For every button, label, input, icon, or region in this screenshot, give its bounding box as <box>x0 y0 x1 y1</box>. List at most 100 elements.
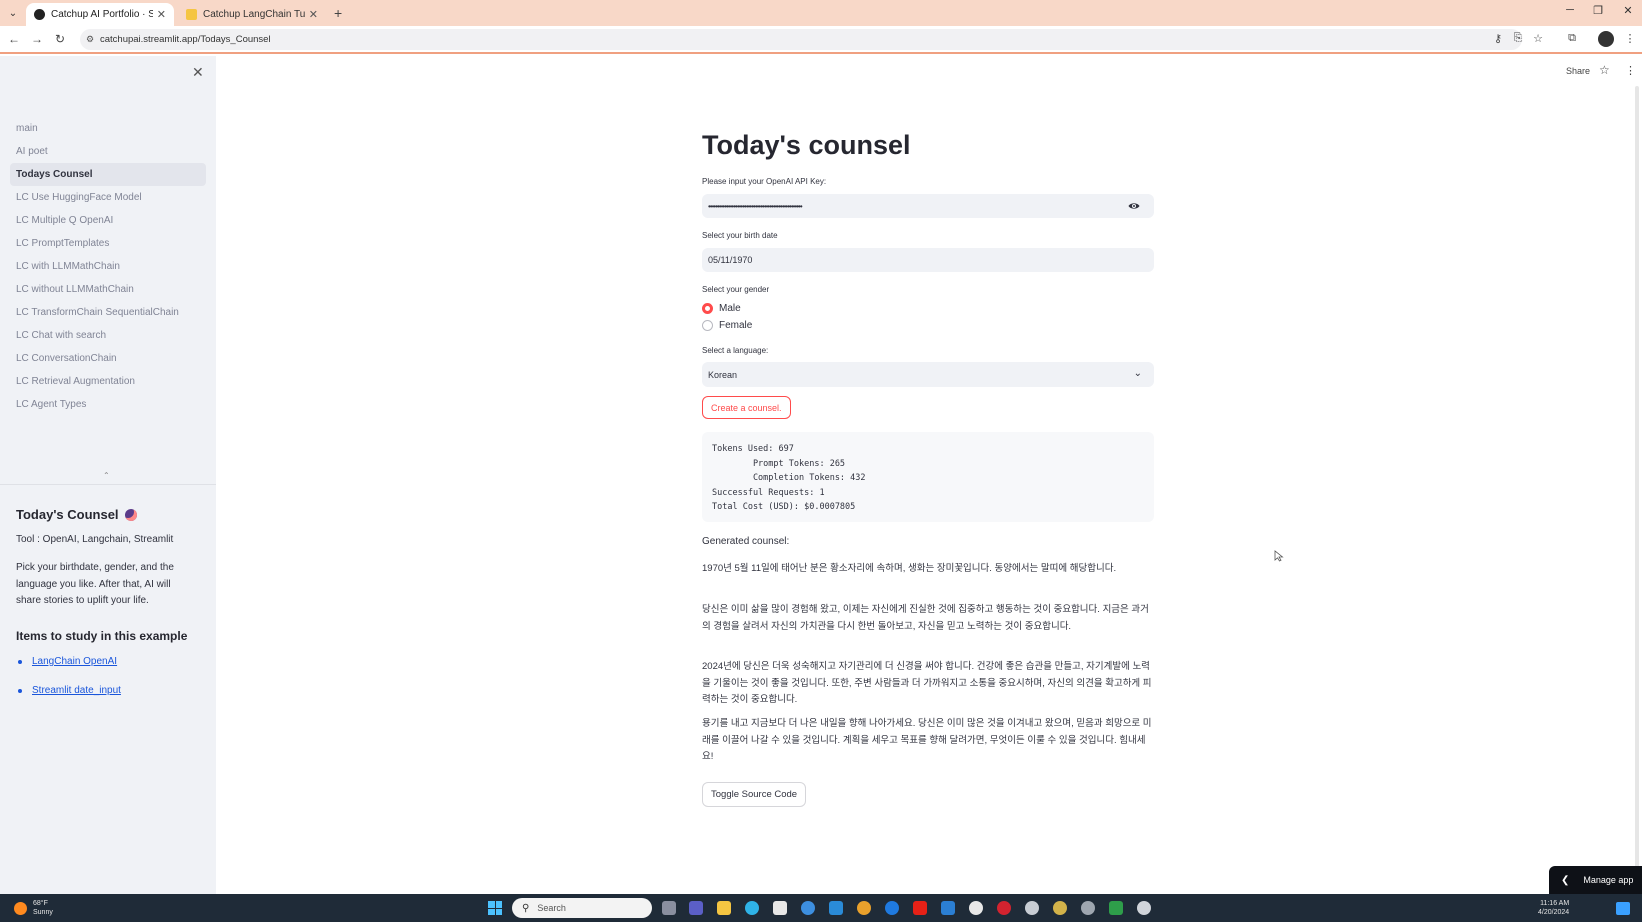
file-explorer-icon[interactable] <box>717 901 731 915</box>
forward-arrow-icon[interactable]: → <box>29 32 45 46</box>
settings-gear-icon[interactable] <box>1081 901 1095 915</box>
language-value: Korean <box>708 369 738 380</box>
streamlit-favicon-icon <box>34 9 45 20</box>
create-counsel-button[interactable]: Create a counsel. <box>702 396 791 419</box>
mouse-cursor-icon <box>1274 550 1284 562</box>
sidebar-item-lc-use-huggingface-model[interactable]: LC Use HuggingFace Model <box>10 186 206 209</box>
profile-avatar[interactable] <box>1598 31 1614 47</box>
task-view-icon[interactable] <box>662 901 676 915</box>
chrome-icon[interactable] <box>857 901 871 915</box>
study-link-text[interactable]: Streamlit date_input <box>32 685 121 696</box>
back-arrow-icon[interactable]: ← <box>6 32 22 46</box>
url-input[interactable]: ⚙ catchupai.streamlit.app/Todays_Counsel <box>80 29 1522 50</box>
notification-app-icon[interactable] <box>1137 901 1151 915</box>
opera-icon[interactable] <box>997 901 1011 915</box>
counsel-paragraph: 1970년 5월 11일에 태어난 분은 황소자리에 속하며, 생화는 장미꽃입… <box>702 563 1117 574</box>
study-link-streamlit-date-input[interactable]: Streamlit date_input <box>18 685 121 696</box>
sidebar-tool-text: Tool : OpenAI, Langchain, Streamlit <box>16 534 174 545</box>
sidebar-item-lc-without-llmmathchain[interactable]: LC without LLMMathChain <box>10 278 206 301</box>
study-link-text[interactable]: LangChain OpenAI <box>32 656 117 667</box>
gender-option-female[interactable]: Female <box>702 320 752 331</box>
teams-icon[interactable] <box>689 901 703 915</box>
close-icon[interactable]: ✕ <box>157 8 166 21</box>
close-icon[interactable]: ✕ <box>309 8 318 21</box>
sidebar-close-icon[interactable]: ✕ <box>192 64 204 81</box>
sidebar-item-lc-retrieval-augmentation[interactable]: LC Retrieval Augmentation <box>10 370 206 393</box>
eye-icon[interactable] <box>1128 200 1140 212</box>
study-link-langchain-openai[interactable]: LangChain OpenAI <box>18 656 117 667</box>
tab-catchup-langchain-tutorial[interactable]: Catchup LangChain Tutorial · S ✕ <box>178 3 326 26</box>
clock-time: 11:16 AM <box>1540 900 1570 907</box>
bookmark-star-icon[interactable]: ☆ <box>1530 32 1546 45</box>
radio-unchecked-icon[interactable] <box>702 320 713 331</box>
toggle-source-code-button[interactable]: Toggle Source Code <box>702 782 807 807</box>
gender-option-male[interactable]: Male <box>702 303 741 314</box>
windows-start-icon[interactable] <box>488 901 502 915</box>
counsel-paragraph: 용기를 내고 지금보다 더 나은 내일을 향해 나아가세요. 당신은 이미 많은… <box>702 718 1152 762</box>
sidebar-item-lc-agent-types[interactable]: LC Agent Types <box>10 393 206 416</box>
app-icon[interactable] <box>801 901 815 915</box>
store-icon[interactable] <box>773 901 787 915</box>
maps-icon[interactable] <box>969 901 983 915</box>
extensions-icon[interactable]: ⧉ <box>1564 32 1580 45</box>
vscode-icon[interactable] <box>941 901 955 915</box>
taskbar-search-input[interactable]: ⚲ Search <box>512 898 652 918</box>
sidebar-item-todays-counsel[interactable]: Todays Counsel <box>10 163 206 186</box>
site-info-icon[interactable]: ⚙ <box>86 34 94 45</box>
share-button[interactable]: Share <box>1566 66 1590 76</box>
star-icon[interactable]: ☆ <box>1599 63 1610 77</box>
edge-icon[interactable] <box>745 901 759 915</box>
sidebar-item-lc-chat-with-search[interactable]: LC Chat with search <box>10 324 206 347</box>
sidebar-item-lc-conversationchain[interactable]: LC ConversationChain <box>10 347 206 370</box>
sidebar-item-lc-prompttemplates[interactable]: LC PromptTemplates <box>10 232 206 255</box>
sidebar-item-lc-transformchain-sequentialchain[interactable]: LC TransformChain SequentialChain <box>10 301 206 324</box>
birth-date-input[interactable]: 05/11/1970 <box>702 248 1154 272</box>
browser-address-bar: ← → ↻ ⚙ catchupai.streamlit.app/Todays_C… <box>0 26 1642 54</box>
scrollbar[interactable] <box>1635 86 1639 894</box>
weather-widget[interactable]: 68°F Sunny <box>14 899 53 917</box>
chrome-profile-icon[interactable] <box>1025 901 1039 915</box>
sidebar-item-ai-poet[interactable]: AI poet <box>10 140 206 163</box>
weather-temp: 68°F <box>33 900 48 907</box>
manage-app-button[interactable]: ❮ Manage app <box>1549 866 1642 894</box>
tab-title: Catchup AI Portfolio · Streamlit <box>51 9 153 20</box>
nav-collapse-chevron-icon[interactable]: ⌃ <box>103 471 110 480</box>
language-select[interactable]: Korean ⌄ <box>702 362 1154 387</box>
crystal-ball-icon <box>124 508 137 521</box>
window-close-icon[interactable]: ✕ <box>1618 4 1638 17</box>
browser-tab-bar: ⌄ Catchup AI Portfolio · Streamlit ✕ Cat… <box>0 0 1642 26</box>
search-icon: ⚲ <box>522 902 530 914</box>
api-key-input[interactable]: ••••••••••••••••••••••••••••••••••••••••… <box>702 194 1154 218</box>
language-label: Select a language: <box>702 346 769 355</box>
chevron-down-icon: ⌄ <box>1133 368 1142 379</box>
sidebar-item-lc-multiple-q-openai[interactable]: LC Multiple Q OpenAI <box>10 209 206 232</box>
system-clock[interactable]: 11:16 AM 4/20/2024 <box>1538 899 1569 917</box>
notification-center-icon[interactable] <box>1616 902 1630 915</box>
spreadsheet-icon[interactable] <box>1109 901 1123 915</box>
radio-checked-icon[interactable] <box>702 303 713 314</box>
tab-search-icon[interactable]: ⌄ <box>4 4 22 22</box>
browser-menu-icon[interactable]: ⋮ <box>1622 32 1638 45</box>
youtube-icon[interactable] <box>913 901 927 915</box>
token-usage-box: Tokens Used: 697 Prompt Tokens: 265 Comp… <box>702 432 1154 522</box>
clock-date: 4/20/2024 <box>1538 909 1570 916</box>
sidebar-item-main[interactable]: main <box>10 117 206 140</box>
facebook-icon[interactable] <box>885 901 899 915</box>
usage-line: Successful Requests: 1 <box>712 487 825 498</box>
url-text: catchupai.streamlit.app/Todays_Counsel <box>100 34 271 45</box>
sidebar-item-lc-with-llmmathchain[interactable]: LC with LLMMathChain <box>10 255 206 278</box>
more-options-icon[interactable]: ⋮ <box>1625 64 1636 77</box>
install-app-icon[interactable]: ⎘ <box>1510 32 1526 45</box>
password-key-icon[interactable]: ⚷ <box>1490 32 1506 45</box>
minimize-icon[interactable]: ─ <box>1560 4 1580 16</box>
tab-catchup-ai-portfolio[interactable]: Catchup AI Portfolio · Streamlit ✕ <box>26 3 174 26</box>
restore-icon[interactable]: ❐ <box>1588 4 1608 17</box>
new-tab-plus-icon[interactable]: + <box>334 5 342 21</box>
chrome-active-icon[interactable] <box>1053 901 1067 915</box>
reload-icon[interactable]: ↻ <box>52 32 68 46</box>
mail-icon[interactable] <box>829 901 843 915</box>
taskbar: 68°F Sunny ⚲ Search 11:16 AM 4/20/2024 <box>0 894 1642 922</box>
birth-date-label: Select your birth date <box>702 231 778 240</box>
study-items-heading: Items to study in this example <box>16 629 188 643</box>
sidebar-divider <box>0 484 216 485</box>
